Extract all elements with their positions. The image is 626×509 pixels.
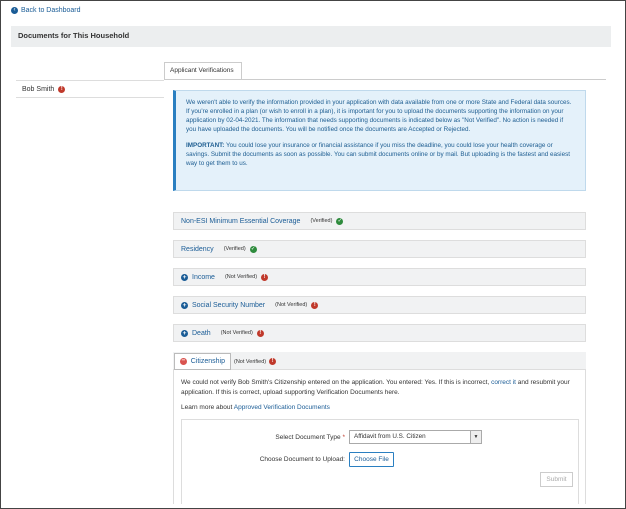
status-text: (Verified)	[223, 246, 246, 252]
exclamation-icon: !	[269, 358, 277, 365]
exclamation-icon: !	[261, 273, 269, 281]
accordion-title: Non-ESI Minimum Essential Coverage	[181, 217, 301, 225]
plus-circle-icon: +	[181, 329, 188, 337]
learn-more-line: Learn more about Approved Verification D…	[181, 404, 330, 411]
info-paragraph-1: We weren't able to verify the informatio…	[186, 99, 572, 133]
accordion-residency[interactable]: Residency (Verified) ✓	[173, 240, 586, 258]
checkmark-icon: ✓	[249, 245, 257, 253]
select-value: Affidavit from U.S. Citizen	[354, 433, 426, 440]
label-text: Choose Document to Upload:	[259, 456, 345, 463]
submit-button[interactable]: Submit	[540, 472, 573, 487]
learn-prefix: Learn more about	[181, 404, 234, 411]
exclamation-icon: !	[256, 329, 264, 337]
document-type-select[interactable]: Affidavit from U.S. Citizen ▼	[349, 430, 482, 444]
status-text: (Not Verified)	[220, 330, 253, 336]
document-type-label: Select Document Type *	[250, 434, 345, 441]
chevron-left-icon: ‹	[11, 7, 18, 14]
exclamation-icon: !	[311, 301, 319, 309]
correct-it-link[interactable]: correct it	[491, 379, 516, 386]
verification-info-box: We weren't able to verify the informatio…	[173, 90, 586, 191]
exclamation-icon: !	[58, 85, 66, 93]
choose-file-button[interactable]: Choose File	[349, 452, 394, 467]
accordion-title: Income	[192, 273, 215, 281]
info-paragraph-2-text: You could lose your insurance or financi…	[186, 142, 570, 167]
citizenship-status: (Not Verified) !	[234, 358, 277, 365]
plus-circle-icon: +	[181, 273, 188, 281]
accordion-title: Death	[192, 329, 211, 337]
status-text: (Not Verified)	[224, 274, 258, 280]
status-text: (Not Verified)	[275, 302, 308, 308]
household-title-bar: Documents for This Household	[11, 26, 611, 47]
approved-documents-link[interactable]: Approved Verification Documents	[234, 404, 330, 411]
message-text: We could not verify Bob Smith's Citizens…	[181, 379, 492, 386]
status-text: (Verified)	[310, 218, 333, 224]
accordion-citizenship[interactable]: − Citizenship	[174, 353, 231, 370]
important-label: IMPORTANT:	[186, 142, 225, 149]
person-item-bob-smith[interactable]: Bob Smith !	[16, 80, 164, 98]
tab-divider	[164, 79, 606, 80]
minus-circle-icon: −	[180, 357, 187, 365]
accordion-ssn[interactable]: + Social Security Number (Not Verified) …	[173, 296, 586, 314]
accordion-title: Social Security Number	[192, 301, 266, 309]
label-text: Select Document Type	[275, 434, 341, 441]
chevron-down-icon: ▼	[470, 431, 481, 443]
back-label: Back to Dashboard	[21, 7, 81, 14]
tab-label: Applicant Verifications	[170, 67, 234, 74]
status-text: (Not Verified)	[234, 358, 267, 365]
accordion-title: Residency	[181, 245, 214, 253]
required-mark: *	[342, 434, 345, 441]
accordion-title: Citizenship	[190, 358, 225, 365]
plus-circle-icon: +	[181, 301, 188, 309]
household-title: Documents for This Household	[18, 31, 130, 40]
citizenship-message: We could not verify Bob Smith's Citizens…	[181, 378, 581, 398]
choose-document-label: Choose Document to Upload:	[240, 456, 345, 463]
info-paragraph-2: IMPORTANT: You could lose your insurance…	[186, 141, 575, 168]
tab-applicant-verifications[interactable]: Applicant Verifications	[164, 62, 242, 80]
accordion-death[interactable]: + Death (Not Verified) !	[173, 324, 586, 342]
accordion-non-esi-coverage[interactable]: Non-ESI Minimum Essential Coverage (Veri…	[173, 212, 586, 230]
person-name: Bob Smith	[22, 85, 55, 93]
checkmark-icon: ✓	[336, 217, 344, 225]
back-to-dashboard-link[interactable]: ‹ Back to Dashboard	[11, 7, 81, 14]
accordion-income[interactable]: + Income (Not Verified) !	[173, 268, 586, 286]
